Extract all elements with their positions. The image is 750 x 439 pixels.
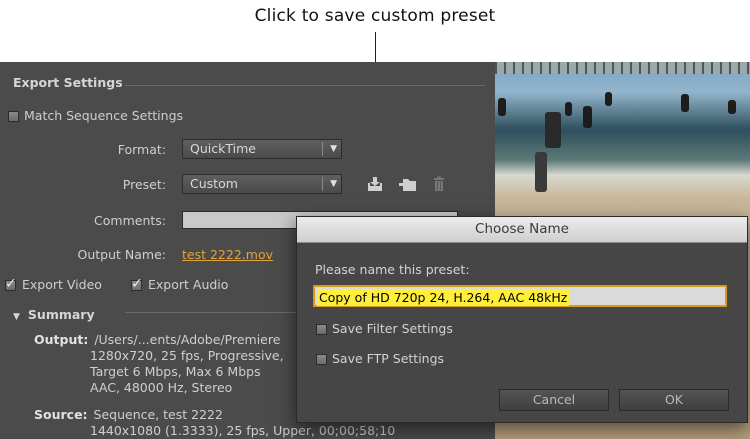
dialog-prompt: Please name this preset: xyxy=(315,262,470,277)
chevron-down-icon: ▼ xyxy=(330,144,337,154)
select-separator xyxy=(322,142,323,156)
figure xyxy=(565,102,572,116)
summary-source: Source: Sequence, test 2222 xyxy=(34,407,223,423)
delete-preset-icon[interactable] xyxy=(432,176,450,192)
summary-output-line-1: /Users/...ents/Adobe/Premiere xyxy=(94,332,281,347)
format-value: QuickTime xyxy=(190,141,256,156)
import-preset-icon[interactable] xyxy=(398,176,416,192)
figure xyxy=(728,100,736,114)
figure xyxy=(583,106,592,128)
match-sequence-checkbox[interactable] xyxy=(8,111,19,122)
comments-label: Comments: xyxy=(94,213,166,228)
dialog-title: Choose Name xyxy=(297,217,747,243)
callout-annotation: Click to save custom preset xyxy=(0,6,750,26)
save-ftp-label: Save FTP Settings xyxy=(332,351,445,366)
callout-text: Click to save custom preset xyxy=(254,6,496,26)
choose-name-dialog: Choose Name Please name this preset: Cop… xyxy=(296,216,748,423)
preset-label: Preset: xyxy=(122,177,166,192)
summary-output-line-3: Target 6 Mbps, Max 6 Mbps xyxy=(90,364,261,379)
disclosure-triangle-icon: ▼ xyxy=(13,312,20,322)
preset-value: Custom xyxy=(190,176,238,191)
preset-name-input[interactable]: Copy of HD 720p 24, H.264, AAC 48kHz xyxy=(313,285,727,307)
save-preset-icon[interactable] xyxy=(366,176,384,192)
summary-source-line-1: Sequence, test 2222 xyxy=(93,407,223,422)
save-ftp-checkbox[interactable] xyxy=(316,354,327,365)
summary-toggle[interactable]: ▼ Summary xyxy=(13,307,95,322)
figure xyxy=(535,152,547,192)
export-audio-checkbox[interactable] xyxy=(131,276,143,292)
figure xyxy=(605,92,612,106)
chevron-down-icon: ▼ xyxy=(330,179,337,189)
export-settings-heading: Export Settings xyxy=(13,75,123,90)
save-filter-checkbox[interactable] xyxy=(316,324,327,335)
save-filter-label: Save Filter Settings xyxy=(332,321,453,336)
heading-divider xyxy=(125,85,485,86)
match-sequence-label: Match Sequence Settings xyxy=(24,108,184,123)
preset-select[interactable]: Custom ▼ xyxy=(182,174,342,194)
summary-output-line-2: 1280x720, 25 fps, Progressive, xyxy=(90,348,284,363)
output-name-label: Output Name: xyxy=(77,247,166,262)
summary-output-line-4: AAC, 48000 Hz, Stereo xyxy=(90,380,233,395)
export-audio-label: Export Audio xyxy=(148,277,229,292)
export-video-checkbox[interactable] xyxy=(5,276,17,292)
summary-output: Output: /Users/...ents/Adobe/Premiere xyxy=(34,332,280,348)
export-video-label: Export Video xyxy=(22,277,102,292)
output-name-link[interactable]: test 2222.mov xyxy=(182,247,273,262)
select-separator xyxy=(322,177,323,191)
preset-name-value: Copy of HD 720p 24, H.264, AAC 48kHz xyxy=(317,289,570,306)
ok-button[interactable]: OK xyxy=(619,389,729,411)
figure xyxy=(545,112,561,148)
format-select[interactable]: QuickTime ▼ xyxy=(182,139,342,159)
pier-image xyxy=(495,62,750,74)
cancel-button[interactable]: Cancel xyxy=(499,389,609,411)
summary-title: Summary xyxy=(27,307,95,322)
summary-source-label: Source: xyxy=(34,407,88,422)
summary-source-line-2: 1440x1080 (1.3333), 25 fps, Upper, 00;00… xyxy=(90,423,396,438)
format-label: Format: xyxy=(117,142,166,157)
summary-output-label: Output: xyxy=(34,332,89,347)
figure xyxy=(498,98,506,116)
figure xyxy=(681,94,689,112)
